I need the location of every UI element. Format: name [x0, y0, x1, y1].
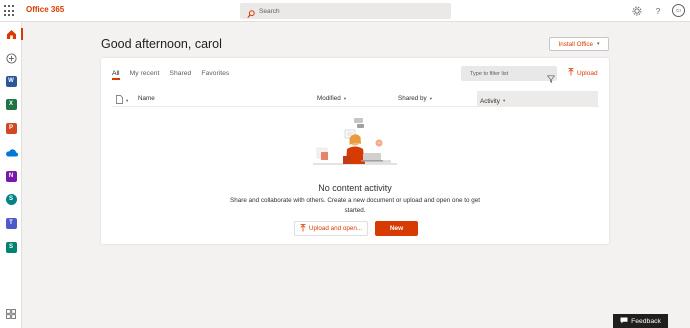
- search-input[interactable]: [259, 5, 439, 17]
- tab-favorites[interactable]: Favorites: [201, 70, 229, 80]
- column-modified[interactable]: Modified ▾: [317, 95, 346, 102]
- app-launcher-icon[interactable]: [4, 5, 16, 17]
- teams-icon[interactable]: T: [3, 215, 19, 231]
- avatar[interactable]: CI: [672, 4, 685, 17]
- upload-label: Upload: [577, 69, 598, 77]
- chevron-down-icon: ▾: [126, 97, 129, 103]
- top-bar: Office 365 ? CI: [0, 0, 690, 22]
- chevron-down-icon: ▾: [597, 41, 600, 47]
- column-name[interactable]: Name: [138, 95, 155, 102]
- filter-box[interactable]: [461, 66, 557, 83]
- sway-icon[interactable]: S: [3, 239, 19, 255]
- help-icon[interactable]: ?: [652, 5, 664, 17]
- column-shared-by-label: Shared by: [398, 95, 427, 102]
- empty-state-title: No content activity: [318, 183, 392, 193]
- comment-icon: [620, 317, 628, 326]
- empty-state-description: Share and collaborate with others. Creat…: [230, 197, 480, 214]
- chevron-down-icon: ▾: [429, 95, 432, 101]
- new-button[interactable]: New: [375, 221, 418, 236]
- filter-icon[interactable]: [546, 70, 556, 88]
- column-activity[interactable]: Activity ▾: [477, 91, 598, 107]
- tab-shared[interactable]: Shared: [169, 70, 191, 80]
- upload-and-open-button[interactable]: Upload and open...: [294, 221, 368, 236]
- settings-gear-icon[interactable]: [631, 5, 643, 17]
- file-type-column[interactable]: ▾: [116, 95, 128, 106]
- column-shared-by[interactable]: Shared by ▾: [398, 95, 432, 102]
- feedback-label: Feedback: [631, 317, 661, 325]
- excel-icon[interactable]: X: [3, 96, 19, 112]
- upload-and-open-label: Upload and open...: [308, 225, 363, 232]
- install-office-button[interactable]: Install Office ▾: [549, 37, 609, 51]
- powerpoint-icon[interactable]: P: [3, 120, 19, 136]
- upload-icon: [568, 68, 574, 78]
- left-rail: W X P N S T S: [0, 22, 23, 328]
- greeting-heading: Good afternoon, carol: [101, 37, 222, 51]
- recent-files-card: All My recent Shared Favorites Upload ▾ …: [101, 58, 609, 244]
- tab-all[interactable]: All: [112, 70, 120, 80]
- all-apps-icon[interactable]: [3, 306, 19, 322]
- empty-state-illustration: [311, 116, 399, 179]
- word-icon[interactable]: W: [3, 73, 19, 89]
- chevron-down-icon: ▾: [343, 95, 347, 101]
- chevron-down-icon: ▾: [502, 98, 506, 103]
- sharepoint-icon[interactable]: S: [3, 191, 19, 207]
- tab-my-recent[interactable]: My recent: [130, 70, 160, 80]
- home-icon[interactable]: [3, 26, 23, 42]
- column-modified-label: Modified: [317, 95, 341, 102]
- upload-button[interactable]: Upload: [568, 68, 598, 78]
- onenote-icon[interactable]: N: [3, 168, 19, 184]
- column-activity-label: Activity: [480, 97, 500, 105]
- upload-icon: [300, 223, 306, 234]
- create-icon[interactable]: [3, 50, 19, 66]
- feedback-button[interactable]: Feedback: [613, 314, 668, 328]
- filter-input[interactable]: [470, 69, 540, 79]
- file-tabs: All My recent Shared Favorites: [112, 70, 239, 80]
- search-box[interactable]: [240, 3, 451, 19]
- install-office-label: Install Office: [558, 40, 594, 48]
- column-header-row: ▾ Name Modified ▾ Shared by ▾ Activity ▾: [112, 91, 599, 107]
- search-icon: [247, 6, 255, 24]
- onedrive-icon[interactable]: [3, 144, 19, 160]
- brand-title[interactable]: Office 365: [26, 5, 64, 14]
- document-icon: [116, 95, 123, 106]
